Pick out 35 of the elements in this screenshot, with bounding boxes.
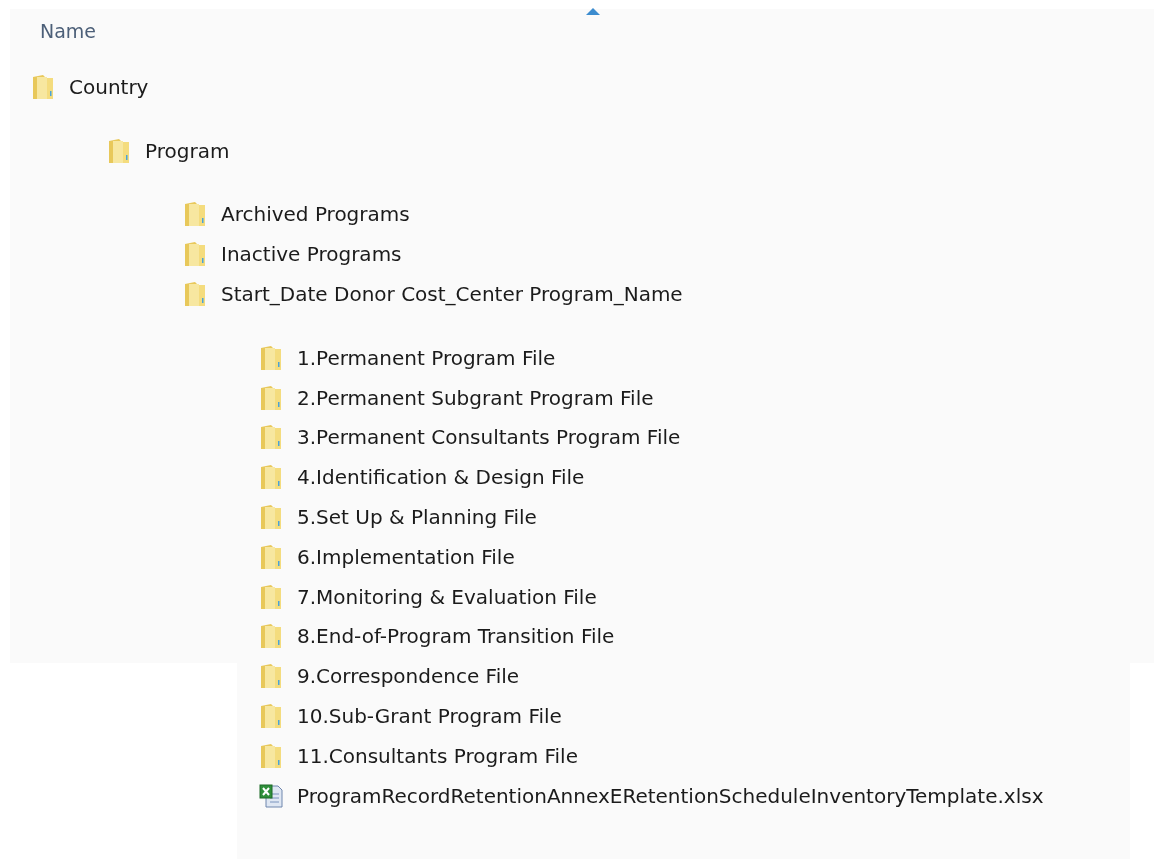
folder-icon [259, 543, 283, 570]
folder-item[interactable]: Inactive Programs [183, 234, 402, 275]
folder-icon [31, 73, 55, 100]
folder-icon [259, 424, 283, 451]
folder-item[interactable]: 5.Set Up & Planning File [259, 497, 537, 537]
folder-item[interactable]: 2.Permanent Subgrant Program File [259, 377, 654, 418]
folder-icon [259, 344, 283, 371]
folder-item[interactable]: 4.Identification & Design File [259, 457, 585, 498]
folder-item[interactable]: 1.Permanent Program File [259, 338, 556, 378]
folder-item[interactable]: 9.Correspondence File [259, 656, 520, 697]
folder-icon [259, 384, 283, 411]
folder-item[interactable]: 6.Implementation File [259, 536, 515, 577]
folder-item[interactable]: 8.End-of-Program Transition File [259, 616, 615, 657]
folder-icon [183, 241, 207, 268]
column-header[interactable]: Name [40, 20, 97, 42]
file-item[interactable]: ProgramRecordRetentionAnnexERetentionScheduleInventoryTemplate.xlsx [259, 775, 1044, 816]
folder-item[interactable]: 7.Monitoring & Evaluation File [259, 576, 597, 617]
folder-icon [183, 281, 207, 308]
folder-icon [259, 504, 283, 531]
folder-item[interactable]: Program [107, 130, 230, 171]
folder-icon [183, 201, 207, 228]
folder-item[interactable]: 11.Consultants Program File [259, 735, 578, 776]
folder-icon [107, 137, 131, 164]
folder-item[interactable]: Start_Date Donor Cost_Center Program_Name [183, 274, 683, 314]
spreadsheet-icon [259, 783, 283, 808]
folder-icon [259, 742, 283, 769]
folder-icon [259, 663, 283, 690]
folder-icon [259, 703, 283, 730]
folder-icon [259, 623, 283, 650]
folder-icon [259, 583, 283, 610]
folder-item[interactable]: 10.Sub-Grant Program File [259, 696, 562, 736]
folder-item[interactable]: 3.Permanent Consultants Program File [259, 417, 681, 458]
folder-item[interactable]: Archived Programs [183, 194, 410, 235]
folder-icon [259, 464, 283, 491]
folder-item[interactable]: Country [31, 67, 149, 107]
